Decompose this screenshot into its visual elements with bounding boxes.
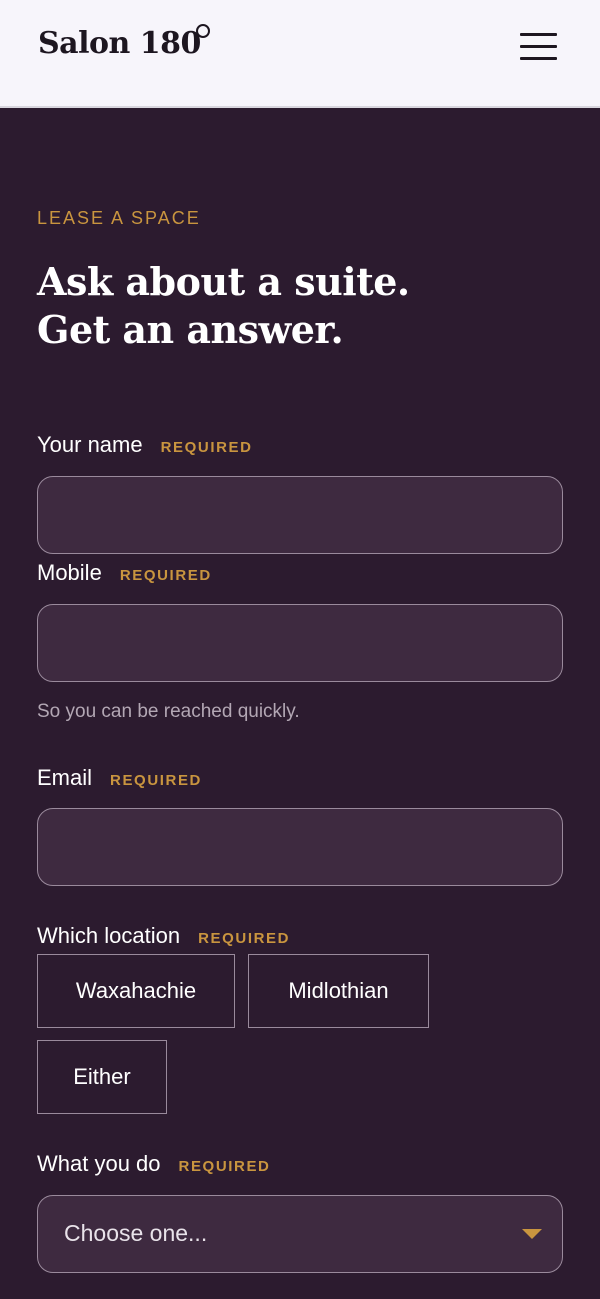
- location-option-either[interactable]: Either: [37, 1040, 167, 1114]
- location-label-text: Which location: [37, 923, 181, 948]
- headline-line-1: Ask about a suite.: [37, 259, 410, 304]
- mobile-input[interactable]: [37, 604, 563, 682]
- brand-logo[interactable]: Salon 180: [38, 26, 201, 61]
- role-label-text: What you do: [37, 1151, 161, 1176]
- name-input[interactable]: [37, 476, 563, 554]
- location-label: Which location REQUIRED: [37, 923, 290, 949]
- menu-line: [520, 57, 557, 60]
- email-label-text: Email: [37, 765, 93, 790]
- required-badge: REQUIRED: [119, 567, 212, 584]
- location-option-waxahachie[interactable]: Waxahachie: [37, 954, 235, 1028]
- required-badge: REQUIRED: [160, 439, 253, 456]
- required-badge: REQUIRED: [178, 1158, 271, 1175]
- location-option-midlothian[interactable]: Midlothian: [248, 954, 429, 1028]
- menu-line: [520, 33, 557, 36]
- required-badge: REQUIRED: [198, 930, 291, 947]
- name-label-text: Your name: [37, 432, 143, 457]
- page-title: Ask about a suite. Get an answer.: [37, 258, 410, 354]
- email-input[interactable]: [37, 808, 563, 886]
- section-eyebrow: LEASE A SPACE: [37, 208, 201, 228]
- role-select[interactable]: Choose one...: [37, 1195, 563, 1273]
- mobile-label-text: Mobile: [37, 560, 102, 585]
- mobile-helper-text: So you can be reached quickly.: [37, 701, 300, 722]
- name-label: Your name REQUIRED: [37, 432, 253, 458]
- required-badge: REQUIRED: [110, 772, 202, 789]
- mobile-label: Mobile REQUIRED: [37, 560, 212, 586]
- caret-down-icon: [522, 1229, 542, 1239]
- menu-line: [520, 45, 557, 48]
- degree-icon: [196, 24, 210, 38]
- hamburger-menu-icon[interactable]: [514, 30, 560, 64]
- role-select-value: Choose one...: [64, 1220, 208, 1246]
- headline-line-2: Get an answer.: [37, 307, 344, 352]
- header-divider: [0, 92, 600, 108]
- role-label: What you do REQUIRED: [37, 1151, 271, 1177]
- email-label: Email REQUIRED: [37, 765, 202, 791]
- site-header: Salon 180: [0, 0, 600, 92]
